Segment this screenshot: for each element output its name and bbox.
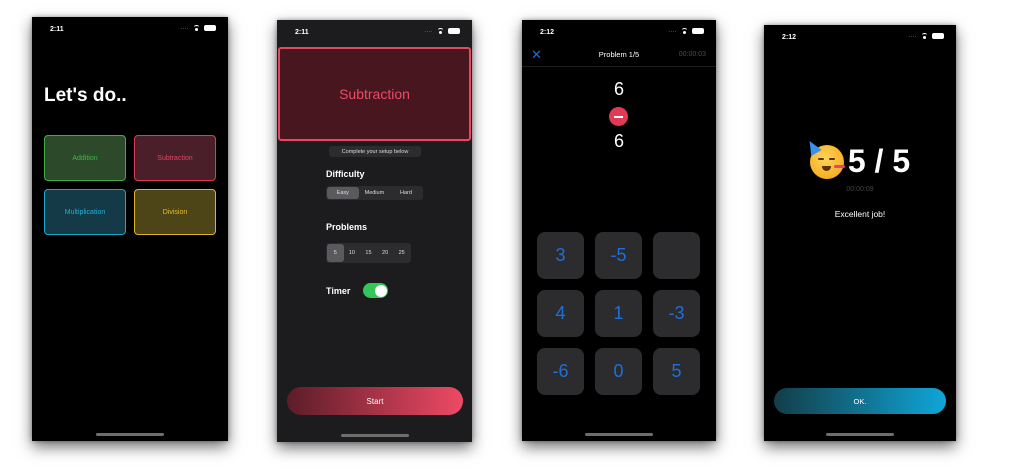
- answer-key[interactable]: -5: [595, 232, 642, 279]
- answer-key[interactable]: 0: [595, 348, 642, 395]
- subtraction-tile[interactable]: Subtraction: [134, 135, 216, 181]
- answer-key[interactable]: 4: [537, 290, 584, 337]
- addition-tile[interactable]: Addition: [44, 135, 126, 181]
- problems-option[interactable]: 15: [360, 244, 377, 262]
- answer-key[interactable]: 5: [653, 348, 700, 395]
- signal-icon: ....: [424, 27, 433, 34]
- status-bar: 2:11 ....: [32, 17, 228, 43]
- phone-screen-problem: 2:12 .... ✕ Problem 1/5 00:00:03 6 6 3 -…: [522, 20, 716, 441]
- home-indicator: [96, 433, 164, 436]
- timer-label: Timer: [326, 286, 351, 296]
- timer-toggle[interactable]: [363, 283, 388, 298]
- answer-key[interactable]: -3: [653, 290, 700, 337]
- home-indicator: [826, 433, 894, 436]
- score-row: 5 / 5: [764, 137, 956, 180]
- setup-hint: Complete your setup below: [329, 146, 421, 157]
- signal-icon: ....: [180, 24, 189, 31]
- start-button[interactable]: Start: [287, 387, 463, 415]
- wifi-icon: [680, 27, 689, 34]
- phone-screen-result: 2:12 .... 5 / 5 00:00:09 Excellent job! …: [764, 25, 956, 441]
- operation-header: Subtraction: [278, 47, 471, 141]
- status-bar: 2:12 ....: [522, 20, 716, 46]
- page-title: Let's do..: [44, 85, 127, 106]
- multiplication-tile[interactable]: Multiplication: [44, 189, 126, 235]
- phone-screen-setup: 2:11 .... Subtraction Complete your setu…: [277, 20, 472, 442]
- operand-top: 6: [613, 79, 624, 99]
- wifi-icon: [436, 27, 445, 34]
- battery-icon: [204, 24, 216, 31]
- score-text: 5 / 5: [847, 143, 911, 179]
- battery-icon: [932, 32, 944, 39]
- status-icons: ....: [180, 24, 216, 31]
- difficulty-segmented-control: Easy Medium Hard: [326, 186, 423, 200]
- minus-icon: [609, 107, 628, 126]
- party-face-icon: [804, 137, 845, 179]
- signal-icon: ....: [908, 32, 917, 39]
- status-icons: ....: [424, 27, 460, 34]
- problems-option[interactable]: 25: [393, 244, 410, 262]
- battery-icon: [692, 27, 704, 34]
- header-divider: [522, 66, 716, 67]
- division-tile[interactable]: Division: [134, 189, 216, 235]
- answer-key[interactable]: 1: [595, 290, 642, 337]
- difficulty-option-hard[interactable]: Hard: [390, 187, 422, 199]
- status-bar: 2:12 ....: [764, 25, 956, 51]
- answer-key[interactable]: 3: [537, 232, 584, 279]
- status-bar: 2:11 ....: [277, 20, 472, 46]
- wifi-icon: [192, 24, 201, 31]
- battery-icon: [448, 27, 460, 34]
- status-time: 2:11: [295, 29, 309, 36]
- status-icons: ....: [668, 27, 704, 34]
- difficulty-option-medium[interactable]: Medium: [359, 187, 391, 199]
- home-indicator: [585, 433, 653, 436]
- status-icons: ....: [908, 32, 944, 39]
- status-time: 2:12: [540, 29, 555, 36]
- problems-option[interactable]: 5: [327, 244, 344, 262]
- difficulty-option-easy[interactable]: Easy: [327, 187, 359, 199]
- wifi-icon: [920, 32, 929, 39]
- status-time: 2:11: [50, 26, 64, 33]
- problems-option[interactable]: 20: [377, 244, 394, 262]
- phone-screen-home: 2:11 .... Let's do.. Addition Subtractio…: [32, 17, 228, 441]
- elapsed-timer: 00:00:03: [678, 51, 706, 58]
- problems-label: Problems: [326, 222, 368, 232]
- difficulty-label: Difficulty: [326, 169, 365, 179]
- answer-key[interactable]: [653, 232, 700, 279]
- elapsed-time: 00:00:09: [846, 186, 874, 193]
- status-time: 2:12: [782, 34, 797, 41]
- home-indicator: [340, 434, 409, 437]
- problems-option[interactable]: 10: [344, 244, 361, 262]
- answer-key[interactable]: -6: [537, 348, 584, 395]
- signal-icon: ....: [668, 27, 677, 34]
- problems-segmented-control: 5 10 15 20 25: [326, 243, 411, 263]
- operand-bottom: 6: [613, 131, 624, 151]
- ok-button[interactable]: OK.: [774, 388, 946, 414]
- toggle-knob: [374, 284, 387, 297]
- result-message: Excellent job!: [834, 209, 886, 219]
